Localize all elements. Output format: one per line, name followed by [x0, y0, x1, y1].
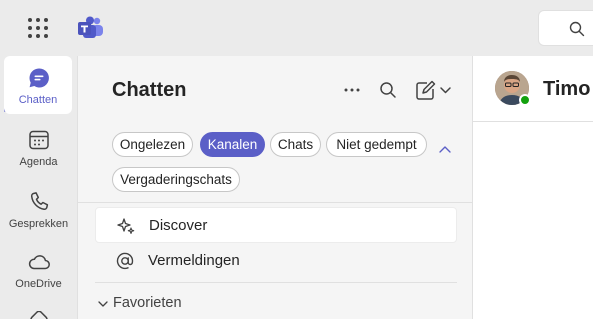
section-label: Favorieten	[113, 295, 182, 311]
rail-label: Gesprekken	[8, 218, 69, 230]
page-title: Chatten	[112, 79, 187, 101]
conversation-pane: Timo	[473, 56, 593, 319]
conversation-header: Timo	[473, 56, 593, 122]
rail-label: Chatten	[18, 94, 58, 106]
list-item-mentions[interactable]: Vermeldingen	[95, 243, 457, 279]
chevron-down-icon	[98, 301, 108, 307]
presence-available-indicator	[519, 94, 531, 106]
rail-label: OneDrive	[15, 278, 62, 290]
rail-item-calendar[interactable]: Agenda	[0, 118, 77, 176]
conversation-title: Timo	[543, 78, 591, 100]
rail-item-calls[interactable]: Gesprekken	[0, 180, 77, 238]
list-item-label: Discover	[149, 217, 208, 234]
at-sign-icon	[116, 252, 134, 270]
divider	[78, 202, 472, 203]
phone-icon	[30, 192, 49, 210]
cloud-icon	[28, 255, 50, 270]
new-chat-icon[interactable]	[414, 78, 454, 102]
search-icon	[569, 21, 585, 37]
list-item-label: Vermeldingen	[148, 252, 240, 269]
divider	[95, 282, 457, 283]
chevron-up-icon[interactable]	[438, 144, 452, 154]
filter-chip-chats[interactable]: Chats	[270, 132, 321, 157]
more-options-icon[interactable]	[343, 78, 361, 102]
app-launcher-icon[interactable]	[28, 18, 50, 40]
sparkle-icon	[117, 218, 135, 234]
app-rail: Chatten Agenda Gesprekken OneDrive	[0, 56, 77, 319]
filter-chip-unread[interactable]: Ongelezen	[112, 132, 193, 157]
teams-logo-icon	[78, 16, 103, 38]
filter-chip-unmuted[interactable]: Niet gedempt	[326, 132, 427, 157]
calendar-icon	[29, 130, 49, 150]
filter-chip-meeting-chats[interactable]: Vergaderingschats	[112, 167, 240, 192]
search-chats-icon[interactable]	[378, 78, 398, 102]
chat-icon	[29, 68, 49, 88]
rail-item-onedrive[interactable]: OneDrive	[0, 240, 77, 298]
list-item-discover[interactable]: Discover	[95, 207, 457, 243]
search-input[interactable]	[538, 10, 593, 46]
top-bar	[0, 0, 593, 56]
apps-icon[interactable]	[29, 311, 49, 319]
rail-label: Agenda	[19, 156, 58, 168]
filter-chip-channels[interactable]: Kanalen	[200, 132, 265, 157]
chat-list-panel: Chatten Ongelezen Kanalen Chats Niet ged…	[77, 56, 473, 319]
rail-item-chat[interactable]: Chatten	[4, 56, 72, 114]
